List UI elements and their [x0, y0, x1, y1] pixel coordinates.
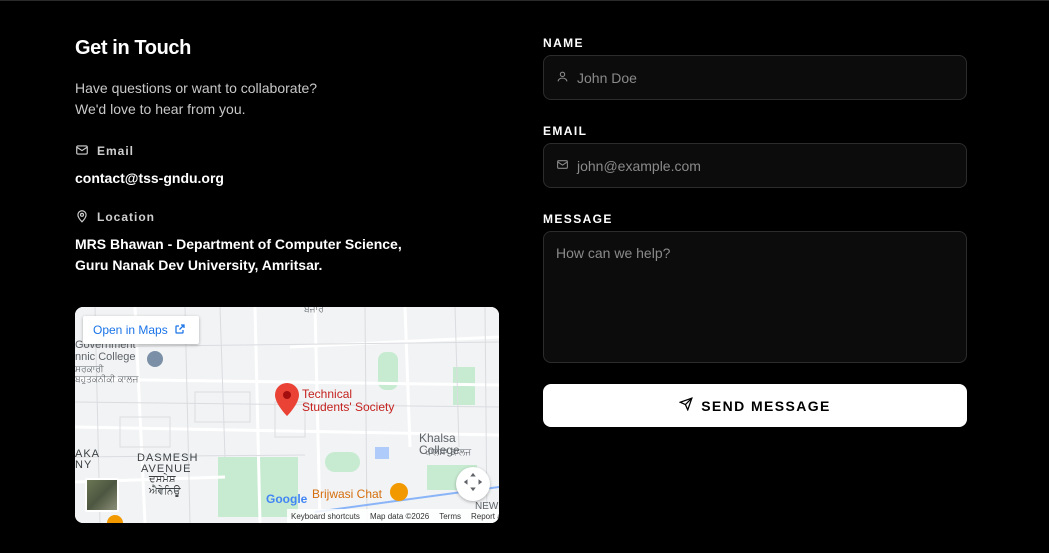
- mail-icon: [75, 143, 89, 160]
- email-info: Email contact@tss-gndu.org: [75, 143, 499, 189]
- message-placeholder: How can we help?: [556, 245, 671, 261]
- location-info-label: Location: [75, 209, 499, 225]
- satellite-toggle[interactable]: [85, 478, 119, 512]
- open-in-maps-button[interactable]: Open in Maps: [83, 316, 199, 344]
- email-label-text: Email: [97, 144, 135, 158]
- location-value: MRS Bhawan - Department of Computer Scie…: [75, 234, 499, 276]
- message-textarea[interactable]: How can we help?: [543, 231, 967, 363]
- map-place-khalsa-2: ਖਾਲਸਾ ਕਾਲਜ: [425, 447, 472, 457]
- name-input[interactable]: John Doe: [543, 55, 967, 100]
- email-info-label: Email: [75, 143, 499, 159]
- name-placeholder: John Doe: [577, 69, 637, 86]
- page-subtitle: Have questions or want to collaborate? W…: [75, 78, 499, 120]
- send-message-label: SEND MESSAGE: [701, 397, 831, 414]
- map-place-left-2: NY: [75, 459, 93, 471]
- keyboard-shortcuts-link[interactable]: Keyboard shortcuts: [291, 512, 360, 521]
- terms-link[interactable]: Terms: [439, 512, 461, 521]
- send-message-button[interactable]: SEND MESSAGE: [543, 384, 967, 427]
- mail-icon: [556, 158, 569, 174]
- map-place-dasmesh-4: ਐਵੇਨਿਊ: [149, 486, 181, 497]
- map-place-govt-4: ਬਹੁਤਕਨੀਕੀ ਕਾਲਜ: [75, 374, 139, 384]
- email-input[interactable]: john@example.com: [543, 143, 967, 188]
- subtitle-line-2: We'd love to hear from you.: [75, 101, 246, 117]
- map-place-brijwasi: Brijwasi Chat: [312, 487, 383, 501]
- map-place-dasmesh-3: ਦਸਮੇਸ਼: [149, 474, 176, 485]
- move-arrows-icon: [462, 471, 484, 498]
- google-logo: Google: [266, 492, 308, 506]
- pin-label-2: Students' Society: [302, 400, 395, 414]
- map-pin-icon: [75, 209, 89, 226]
- map-place-top: ਬਜਾਰ: [304, 307, 324, 314]
- external-link-icon: [174, 323, 186, 338]
- location-line-1: MRS Bhawan - Department of Computer Scie…: [75, 236, 402, 252]
- top-divider: [0, 0, 1049, 1]
- location-info: Location MRS Bhawan - Department of Comp…: [75, 209, 499, 276]
- email-placeholder: john@example.com: [577, 157, 701, 174]
- map-place-govt-2: nnic College: [75, 351, 136, 363]
- map-data-text: Map data ©2026: [369, 511, 430, 521]
- report-map-error-link[interactable]: Report a map error: [471, 512, 499, 521]
- name-label: NAME: [543, 36, 584, 50]
- map-footer: Keyboard shortcuts Map data ©2026 Terms …: [287, 509, 499, 523]
- email-field-label: EMAIL: [543, 124, 588, 138]
- location-line-2: Guru Nanak Dev University, Amritsar.: [75, 257, 323, 273]
- email-value[interactable]: contact@tss-gndu.org: [75, 168, 499, 189]
- message-label: MESSAGE: [543, 212, 613, 226]
- subtitle-line-1: Have questions or want to collaborate?: [75, 80, 318, 96]
- page-title: Get in Touch: [75, 37, 191, 59]
- pin-label-1: Technical: [302, 387, 353, 401]
- open-in-maps-label: Open in Maps: [93, 323, 168, 337]
- contact-form: NAME John Doe EMAIL john@example.com MES…: [543, 36, 967, 427]
- user-icon: [556, 70, 569, 86]
- map-pan-control[interactable]: [456, 467, 490, 501]
- location-label-text: Location: [97, 210, 155, 224]
- contact-info: Get in Touch Have questions or want to c…: [75, 36, 499, 276]
- send-icon: [678, 397, 694, 414]
